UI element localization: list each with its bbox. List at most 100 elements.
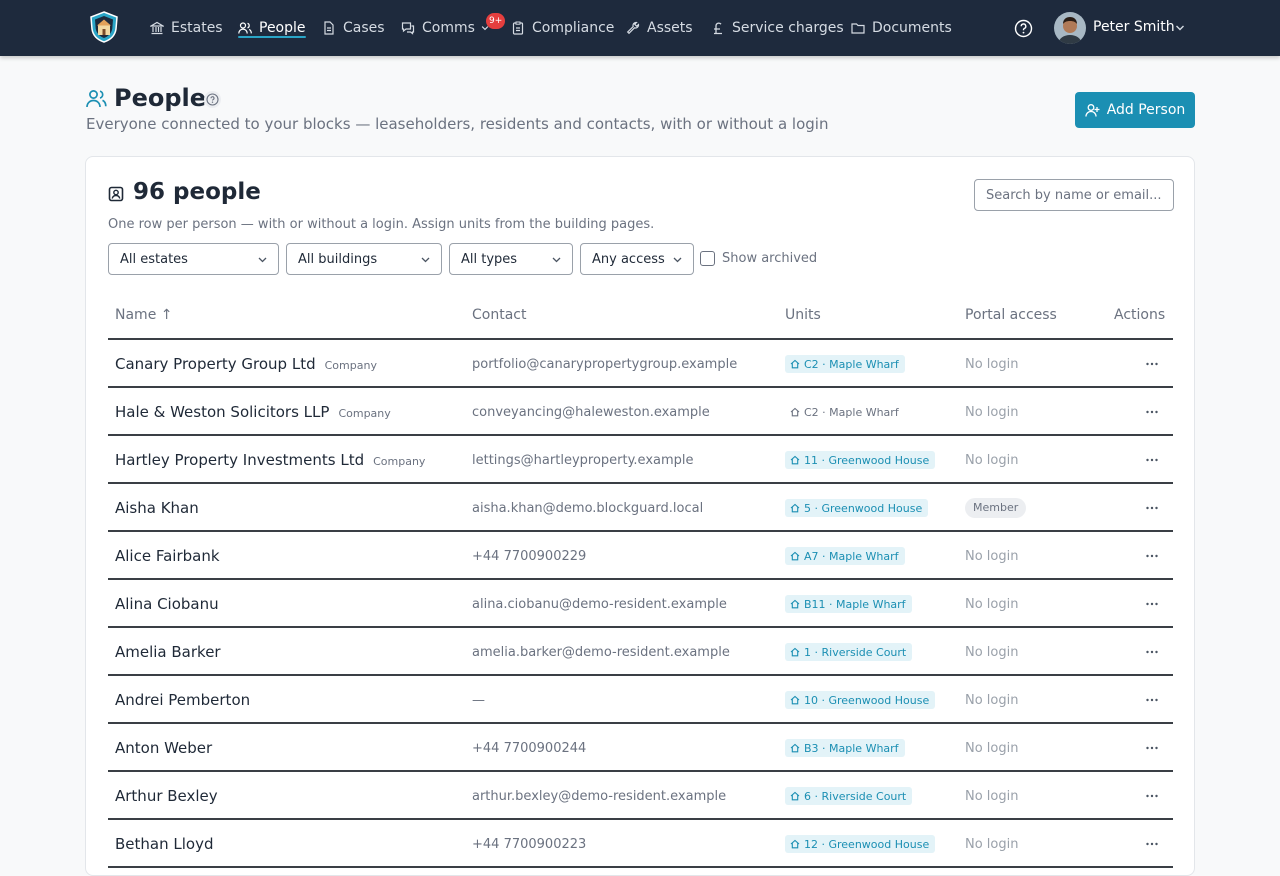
member-badge: Member xyxy=(965,498,1027,518)
more-options-icon xyxy=(1146,650,1158,654)
more-options-icon xyxy=(1146,602,1158,606)
person-name[interactable]: Andrei Pemberton xyxy=(115,691,250,709)
table-row[interactable]: Amelia Barker amelia.barker@demo-resident… xyxy=(108,628,1173,676)
unit-tag[interactable]: 1 · Riverside Court xyxy=(785,643,913,661)
unit-tag[interactable]: 10 · Greenwood House xyxy=(785,691,936,709)
home-icon xyxy=(790,359,800,369)
show-archived-checkbox[interactable] xyxy=(700,251,715,266)
row-actions-button[interactable] xyxy=(1145,692,1161,706)
unit-tag-label: 6 · Riverside Court xyxy=(804,789,907,803)
unit-tag[interactable]: A7 · Maple Wharf xyxy=(785,547,905,565)
page-subtitle: Everyone connected to your blocks — leas… xyxy=(86,115,829,133)
unit-tag-label: 10 · Greenwood House xyxy=(804,693,930,707)
contact-value: portfolio@canarypropertygroup.example xyxy=(472,357,738,372)
contact-card-icon xyxy=(108,186,124,202)
table-row[interactable]: Bethan Lloyd +44 7700900223 12 · Greenwood… xyxy=(108,820,1173,868)
row-actions-button[interactable] xyxy=(1145,740,1161,754)
table-row[interactable]: Canary Property Group Ltd Company portfoli… xyxy=(108,340,1173,388)
column-header-portal: Portal access xyxy=(965,307,1057,323)
table-row[interactable]: Alina Ciobanu alina.ciobanu@demo-resident… xyxy=(108,580,1173,628)
row-actions-button[interactable] xyxy=(1145,356,1161,370)
table-row[interactable]: Arthur Bexley arthur.bexley@demo-resident… xyxy=(108,772,1173,820)
show-archived-toggle[interactable]: Show archived xyxy=(700,251,817,266)
table-row[interactable]: Hartley Property Investments Ltd Company l… xyxy=(108,436,1173,484)
more-options-icon xyxy=(1146,362,1158,366)
home-icon xyxy=(790,551,800,561)
row-actions-button[interactable] xyxy=(1145,452,1161,466)
column-header-actions: Actions xyxy=(1114,307,1166,323)
nav-compliance[interactable]: Compliance xyxy=(511,0,614,56)
contact-value: conveyancing@haleweston.example xyxy=(472,405,710,420)
table-row[interactable]: Hale & Weston Solicitors LLP Company conve… xyxy=(108,388,1173,436)
chevron-down-icon xyxy=(673,257,682,262)
shield-logo-icon[interactable] xyxy=(88,10,120,44)
chevron-down-icon xyxy=(421,257,430,262)
table-row[interactable]: Aisha Khan aisha.khan@demo.blockguard.loc… xyxy=(108,484,1173,532)
person-name[interactable]: Bethan Lloyd xyxy=(115,835,213,853)
nav-comms[interactable]: Comms xyxy=(401,0,490,56)
types-filter[interactable]: All types xyxy=(449,243,573,275)
contact-value: amelia.barker@demo-resident.example xyxy=(472,645,730,660)
nav-people[interactable]: People xyxy=(238,0,306,56)
add-person-button[interactable]: Add Person xyxy=(1075,92,1195,128)
unit-tag[interactable]: B3 · Maple Wharf xyxy=(785,739,905,757)
user-name[interactable]: Peter Smith xyxy=(1093,19,1175,35)
unit-tag[interactable]: 12 · Greenwood House xyxy=(785,835,936,853)
home-icon xyxy=(790,647,800,657)
unit-tag[interactable]: 11 · Greenwood House xyxy=(785,451,936,469)
person-name[interactable]: Anton Weber xyxy=(115,739,212,757)
more-options-icon xyxy=(1146,554,1158,558)
folder-icon xyxy=(851,23,865,34)
person-name[interactable]: Alice Fairbank xyxy=(115,547,220,565)
unit-tag[interactable]: C2 · Maple Wharf xyxy=(785,403,905,421)
access-filter[interactable]: Any access xyxy=(580,243,694,275)
home-icon xyxy=(790,455,800,465)
nav-documents[interactable]: Documents xyxy=(851,0,952,56)
contact-value: lettings@hartleyproperty.example xyxy=(472,453,694,468)
row-actions-button[interactable] xyxy=(1145,548,1161,562)
person-name[interactable]: Amelia Barker xyxy=(115,643,221,661)
people-icon xyxy=(238,22,252,34)
nav-estates[interactable]: Estates xyxy=(150,0,223,56)
nav-label: Cases xyxy=(343,20,385,36)
entity-type-label: Company xyxy=(373,455,426,468)
person-name[interactable]: Hale & Weston Solicitors LLP Company xyxy=(115,403,391,421)
row-actions-button[interactable] xyxy=(1145,500,1161,514)
search-input[interactable] xyxy=(974,179,1174,211)
home-icon xyxy=(790,599,800,609)
row-actions-button[interactable] xyxy=(1145,788,1161,802)
person-name[interactable]: Aisha Khan xyxy=(115,499,199,517)
person-name[interactable]: Arthur Bexley xyxy=(115,787,218,805)
row-actions-button[interactable] xyxy=(1145,836,1161,850)
unit-tag-label: B3 · Maple Wharf xyxy=(804,741,899,755)
estates-filter[interactable]: All estates xyxy=(108,243,279,275)
row-actions-button[interactable] xyxy=(1145,644,1161,658)
table-row[interactable]: Anton Weber +44 7700900244 B3 · Maple Whar… xyxy=(108,724,1173,772)
person-name[interactable]: Alina Ciobanu xyxy=(115,595,219,613)
unit-tag[interactable]: C2 · Maple Wharf xyxy=(785,355,905,373)
person-name[interactable]: Canary Property Group Ltd Company xyxy=(115,355,377,373)
row-actions-button[interactable] xyxy=(1145,404,1161,418)
entity-type-label: Company xyxy=(324,359,377,372)
more-options-icon xyxy=(1146,794,1158,798)
help-icon[interactable] xyxy=(203,90,222,109)
table-row[interactable]: Alice Fairbank +44 7700900229 A7 · Maple W… xyxy=(108,532,1173,580)
help-icon[interactable] xyxy=(1014,19,1033,38)
unit-tag[interactable]: 6 · Riverside Court xyxy=(785,787,913,805)
table-row[interactable]: Andrei Pemberton — 10 · Greenwood House No … xyxy=(108,676,1173,724)
column-header-name[interactable]: Name ↑ xyxy=(115,307,172,323)
person-name-text: Canary Property Group Ltd xyxy=(115,355,316,373)
person-name[interactable]: Hartley Property Investments Ltd Company xyxy=(115,451,425,469)
chevron-down-icon[interactable] xyxy=(1175,23,1185,33)
row-actions-button[interactable] xyxy=(1145,596,1161,610)
unit-tag[interactable]: 5 · Greenwood House xyxy=(785,499,929,517)
buildings-filter[interactable]: All buildings xyxy=(286,243,442,275)
nav-service-charges[interactable]: Service charges xyxy=(711,0,844,56)
person-name-text: Alina Ciobanu xyxy=(115,595,219,613)
unit-tag[interactable]: B11 · Maple Wharf xyxy=(785,595,912,613)
document-icon xyxy=(324,21,334,35)
nav-cases[interactable]: Cases xyxy=(322,0,385,56)
pound-icon xyxy=(714,22,722,35)
nav-assets[interactable]: Assets xyxy=(626,0,693,56)
avatar[interactable] xyxy=(1054,12,1086,44)
